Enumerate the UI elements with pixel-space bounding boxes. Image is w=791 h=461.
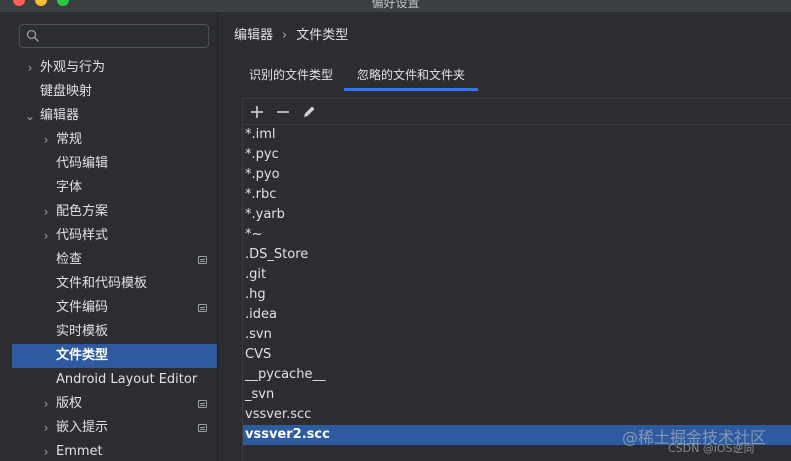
settings-sidebar: › 外观与行为键盘映射 ⌄ 编辑器 › 常规代码编辑字体 › 配色方案 › 代码样式检查文件和代码… <box>0 12 217 461</box>
plus-icon <box>251 106 263 118</box>
sidebar-item-label: 常规 <box>56 132 83 147</box>
settings-search-input[interactable] <box>19 24 209 48</box>
list-item[interactable]: *.yarb <box>243 205 791 225</box>
sidebar-item[interactable]: › 嵌入提示 <box>12 416 217 440</box>
list-item[interactable]: *~ <box>243 225 791 245</box>
list-item[interactable]: __pycache__ <box>243 365 791 385</box>
sidebar-item-label: 编辑器 <box>40 108 80 123</box>
sidebar-item-label: Android Layout Editor <box>56 372 198 387</box>
sidebar-item-label: 文件编码 <box>56 300 109 315</box>
window-title: 偏好设置 <box>371 0 420 10</box>
breadcrumb-parent[interactable]: 编辑器 <box>234 26 273 46</box>
chevron-down-icon[interactable]: ⌄ <box>24 104 36 128</box>
ignored-files-list[interactable]: *.iml *.pyc *.pyo *.rbc *.yarb *~ .DS_Store .gi… <box>243 125 791 445</box>
sidebar-item-label: 代码编辑 <box>56 156 109 171</box>
list-item[interactable]: CVS <box>243 345 791 365</box>
project-settings-icon <box>198 304 207 312</box>
project-settings-icon <box>198 256 207 264</box>
sidebar-item[interactable]: › Emmet <box>12 440 217 461</box>
sidebar-item[interactable]: 键盘映射 <box>12 80 217 104</box>
list-toolbar <box>243 99 791 125</box>
chevron-right-icon[interactable]: › <box>40 440 52 461</box>
project-settings-icon <box>198 400 207 408</box>
chevron-right-icon[interactable]: › <box>40 392 52 416</box>
list-item[interactable]: _svn <box>243 385 791 405</box>
sidebar-item[interactable]: 检查 <box>12 248 217 272</box>
add-button[interactable] <box>247 102 267 122</box>
sidebar-item[interactable]: › 代码样式 <box>12 224 217 248</box>
sidebar-item-label: 配色方案 <box>56 204 109 219</box>
sidebar-item[interactable]: 代码编辑 <box>12 152 217 176</box>
sidebar-item-label: 代码样式 <box>56 228 109 243</box>
sidebar-item[interactable]: › 版权 <box>12 392 217 416</box>
list-item[interactable]: vssver.scc <box>243 405 791 425</box>
sidebar-item[interactable]: › 配色方案 <box>12 200 217 224</box>
sidebar-item-label: 文件和代码模板 <box>56 276 148 291</box>
sidebar-item-label: 文件类型 <box>56 348 109 363</box>
breadcrumb-separator: › <box>282 28 288 43</box>
ignored-files-list-panel: *.iml *.pyc *.pyo *.rbc *.yarb *~ .DS_Store .gi… <box>242 98 791 461</box>
chevron-right-icon[interactable]: › <box>40 128 52 152</box>
sidebar-item[interactable]: ⌄ 编辑器 <box>12 104 217 128</box>
project-settings-icon <box>198 424 207 432</box>
title-bar: 偏好设置 <box>0 0 791 12</box>
watermark-secondary: CSDN @iOS逆向 <box>668 442 755 455</box>
list-item[interactable]: .hg <box>243 285 791 305</box>
chevron-right-icon[interactable]: › <box>40 200 52 224</box>
list-item[interactable]: .svn <box>243 325 791 345</box>
sidebar-item[interactable]: 文件类型 <box>12 344 217 368</box>
settings-tree: › 外观与行为键盘映射 ⌄ 编辑器 › 常规代码编辑字体 › 配色方案 › 代码样式检查文件和代码… <box>12 56 217 461</box>
list-item[interactable]: .idea <box>243 305 791 325</box>
tab-recognized-file-types[interactable]: 识别的文件类型 <box>248 62 334 94</box>
edit-button[interactable] <box>299 102 319 122</box>
file-types-panel: 编辑器 › 文件类型 识别的文件类型 忽略的文件和文件夹 *.iml *.pyc… <box>218 12 791 461</box>
list-item[interactable]: .DS_Store <box>243 245 791 265</box>
remove-button[interactable] <box>273 102 293 122</box>
chevron-right-icon[interactable]: › <box>40 416 52 440</box>
minus-icon <box>277 111 289 113</box>
list-item[interactable]: *.iml <box>243 125 791 145</box>
list-item[interactable]: *.pyo <box>243 165 791 185</box>
chevron-right-icon[interactable]: › <box>40 224 52 248</box>
sidebar-item-label: 外观与行为 <box>40 60 106 75</box>
pencil-icon <box>304 106 315 117</box>
sidebar-item-label: 嵌入提示 <box>56 420 109 435</box>
breadcrumb: 编辑器 › 文件类型 <box>234 26 348 46</box>
sidebar-item[interactable]: › 外观与行为 <box>12 56 217 80</box>
sidebar-item[interactable]: Android Layout Editor <box>12 368 217 392</box>
list-item[interactable]: *.rbc <box>243 185 791 205</box>
sidebar-item-label: 键盘映射 <box>40 84 93 99</box>
tab-ignored-files-and-folders[interactable]: 忽略的文件和文件夹 <box>344 62 478 94</box>
sidebar-item-label: Emmet <box>56 444 103 459</box>
chevron-right-icon[interactable]: › <box>24 56 36 80</box>
sidebar-item-label: 字体 <box>56 180 83 195</box>
sidebar-item[interactable]: 字体 <box>12 176 217 200</box>
list-item[interactable]: .git <box>243 265 791 285</box>
sidebar-item[interactable]: 文件编码 <box>12 296 217 320</box>
sidebar-item-label: 版权 <box>56 396 83 411</box>
list-item[interactable]: *.pyc <box>243 145 791 165</box>
sidebar-item[interactable]: 实时模板 <box>12 320 217 344</box>
sidebar-item-label: 实时模板 <box>56 324 109 339</box>
search-icon <box>26 29 39 42</box>
sidebar-item[interactable]: › 常规 <box>12 128 217 152</box>
sidebar-item-label: 检查 <box>56 252 83 267</box>
sidebar-item[interactable]: 文件和代码模板 <box>12 272 217 296</box>
breadcrumb-current: 文件类型 <box>296 28 349 43</box>
